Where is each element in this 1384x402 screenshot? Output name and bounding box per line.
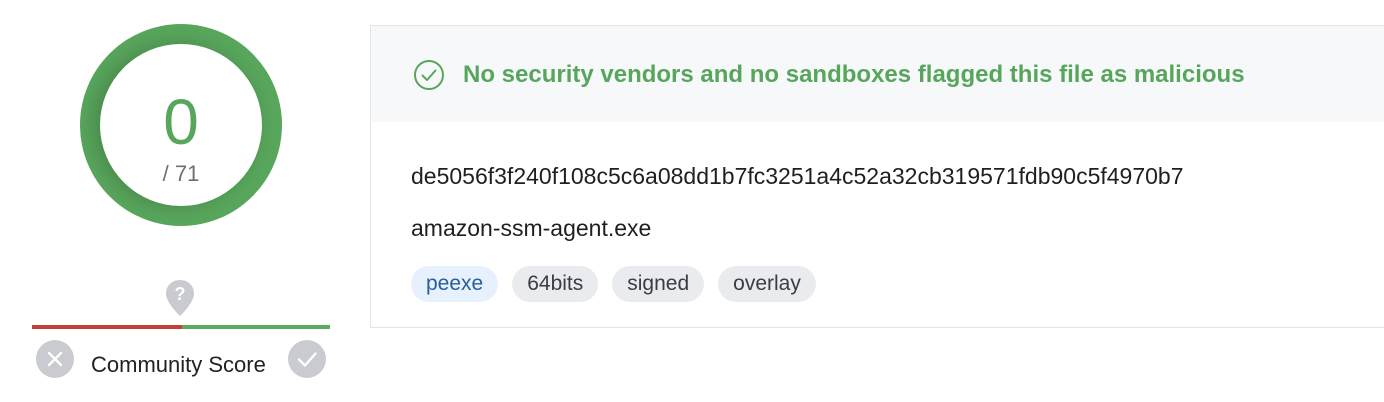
status-text: No security vendors and no sandboxes fla… (463, 61, 1245, 88)
x-icon (47, 351, 63, 367)
community-bar-harmless (182, 325, 330, 329)
vote-malicious-button[interactable] (36, 340, 74, 378)
detection-score-ring: 0 / 71 (80, 24, 282, 226)
file-hash[interactable]: de5056f3f240f108c5c6a08dd1b7fc3251a4c52a… (411, 162, 1184, 190)
community-bar-malicious (32, 325, 182, 329)
detection-count: 0 (163, 86, 199, 158)
community-score-label: Community Score (91, 352, 266, 377)
detection-score-inner: 0 / 71 (100, 44, 262, 206)
tag-signed[interactable]: signed (612, 266, 705, 302)
detection-total: / 71 (162, 161, 200, 186)
svg-text:?: ? (175, 284, 186, 304)
status-banner: No security vendors and no sandboxes fla… (371, 26, 1384, 122)
check-circle-icon (413, 59, 445, 91)
file-name: amazon-ssm-agent.exe (411, 215, 652, 241)
tag-peexe[interactable]: peexe (411, 266, 499, 302)
file-summary-panel: No security vendors and no sandboxes fla… (370, 25, 1384, 328)
check-icon (297, 352, 317, 367)
vote-harmless-button[interactable] (288, 340, 326, 378)
tag-overlay[interactable]: overlay (718, 266, 816, 302)
file-tags: peexe 64bits signed overlay (411, 266, 816, 302)
tag-64bits[interactable]: 64bits (512, 266, 599, 302)
question-pin-icon: ? (164, 278, 196, 318)
